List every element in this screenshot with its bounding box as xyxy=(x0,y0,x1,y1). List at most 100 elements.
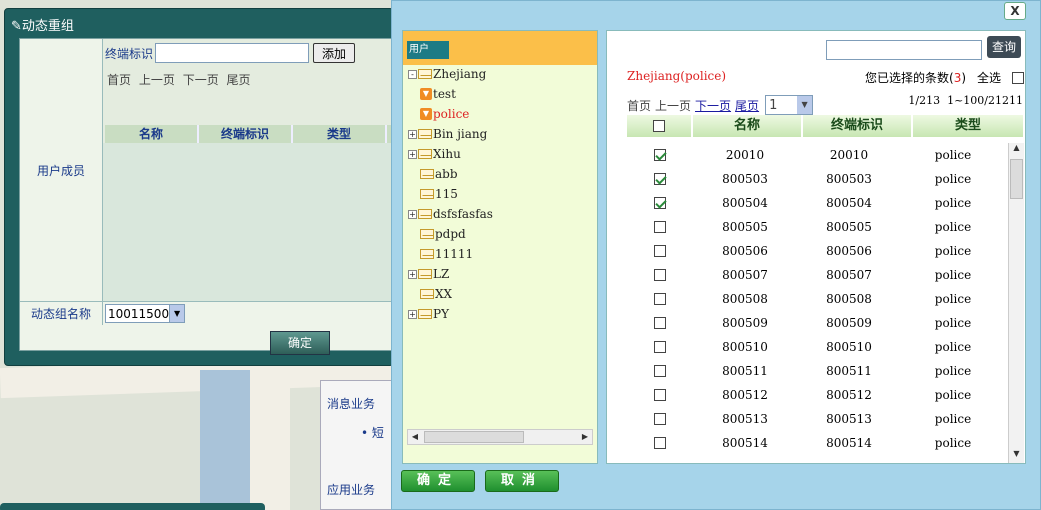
cell-name: 800514 xyxy=(722,436,768,450)
selected-count: 您已选择的条数(3) xyxy=(865,71,967,85)
folder-icon xyxy=(418,129,432,139)
ok-button[interactable]: 确定 xyxy=(401,470,475,492)
select-all[interactable]: 全选 xyxy=(977,69,1025,86)
cell-type: police xyxy=(934,316,972,330)
scroll-thumb[interactable] xyxy=(424,431,524,443)
row-checkbox[interactable] xyxy=(654,173,666,185)
add-button[interactable]: 添加 xyxy=(313,43,356,63)
table-row[interactable]: 800506 800506 police xyxy=(627,239,1007,263)
tree-node[interactable]: + PY xyxy=(408,307,449,321)
terminal-input[interactable] xyxy=(155,43,310,63)
scroll-down-icon[interactable]: ▼ xyxy=(1009,449,1024,463)
prev-page-link[interactable]: 上一页 xyxy=(139,73,175,87)
prev-page-link[interactable]: 上一页 xyxy=(655,97,691,114)
app-service-label[interactable]: 应用业务 xyxy=(327,481,399,498)
tree-node[interactable]: XX xyxy=(420,287,452,301)
next-page-link[interactable]: 下一页 xyxy=(695,97,731,114)
last-page-link[interactable]: 尾页 xyxy=(735,97,759,114)
chevron-down-icon: ▼ xyxy=(797,96,813,114)
member-list[interactable] xyxy=(103,143,392,301)
collapse-icon[interactable]: - xyxy=(408,69,417,79)
side-menu: 消息业务 • 短 应用业务 xyxy=(320,380,400,510)
row-checkbox[interactable] xyxy=(654,413,666,425)
tree-node-label: 115 xyxy=(435,187,458,201)
row-checkbox[interactable] xyxy=(654,389,666,401)
cell-type: police xyxy=(934,388,972,402)
table-row[interactable]: 800512 800512 police xyxy=(627,383,1007,407)
expand-icon[interactable]: + xyxy=(408,129,417,139)
first-page-link[interactable]: 首页 xyxy=(627,97,651,114)
cell-terminal: 800504 xyxy=(826,196,872,210)
tree-node[interactable]: + LZ xyxy=(408,267,449,281)
expand-icon[interactable]: + xyxy=(408,309,417,319)
table-row[interactable]: 800507 800507 police xyxy=(627,263,1007,287)
row-checkbox[interactable] xyxy=(654,245,666,257)
row-checkbox[interactable] xyxy=(654,365,666,377)
tree-node[interactable]: 115 xyxy=(420,187,458,201)
cancel-button[interactable]: 取消 xyxy=(485,470,559,492)
group-name-select[interactable]: 10011500 ▼ xyxy=(105,304,185,323)
cell-terminal: 20010 xyxy=(829,148,869,162)
row-checkbox[interactable] xyxy=(654,221,666,233)
folder-icon xyxy=(418,309,432,319)
list-table-header: 名称 终端标识 类型 xyxy=(627,115,1023,137)
table-row[interactable]: 800514 800514 police xyxy=(627,431,1007,455)
confirm-button[interactable]: 确定 xyxy=(270,331,330,355)
tree-node[interactable]: ▼ police xyxy=(420,107,469,121)
scroll-left-icon[interactable]: ◀ xyxy=(408,430,422,444)
folder-icon xyxy=(420,169,434,179)
cell-terminal: 800506 xyxy=(826,244,872,258)
msg-service-label[interactable]: 消息业务 xyxy=(327,395,399,412)
search-button[interactable]: 查询 xyxy=(987,36,1021,58)
row-checkbox[interactable] xyxy=(654,437,666,449)
row-checkbox[interactable] xyxy=(654,293,666,305)
table-row[interactable]: 800504 800504 police xyxy=(627,191,1007,215)
close-icon[interactable]: X xyxy=(1004,2,1026,20)
row-checkbox[interactable] xyxy=(654,341,666,353)
tree-node-label: test xyxy=(433,87,456,101)
first-page-link[interactable]: 首页 xyxy=(107,73,131,87)
tree-node[interactable]: + Xihu xyxy=(408,147,461,161)
tree-hscrollbar[interactable]: ◀ ▶ xyxy=(407,429,593,445)
next-page-link[interactable]: 下一页 xyxy=(183,73,219,87)
col-name: 名称 xyxy=(105,125,199,143)
tree-node[interactable]: abb xyxy=(420,167,458,181)
last-page-link[interactable]: 尾页 xyxy=(227,73,251,87)
scroll-thumb[interactable] xyxy=(1010,159,1023,199)
table-row[interactable]: 800513 800513 police xyxy=(627,407,1007,431)
expand-icon[interactable]: + xyxy=(408,209,417,219)
user-select-dialog: X 用户 - Zhejiang ▼ test ▼ police + Bin jiang + Xih… xyxy=(391,0,1041,510)
cell-terminal: 800510 xyxy=(826,340,872,354)
tree-node[interactable]: - Zhejiang xyxy=(408,67,486,81)
expand-icon[interactable]: + xyxy=(408,269,417,279)
scroll-up-icon[interactable]: ▲ xyxy=(1009,143,1024,157)
page-select[interactable]: 1 ▼ xyxy=(765,95,814,115)
cell-type: police xyxy=(934,436,972,450)
row-checkbox[interactable] xyxy=(654,317,666,329)
cell-type: police xyxy=(934,220,972,234)
header-checkbox[interactable] xyxy=(653,120,665,132)
cell-type: police xyxy=(934,148,972,162)
tree-node[interactable]: ▼ test xyxy=(420,87,456,101)
select-all-checkbox[interactable] xyxy=(1012,71,1025,84)
tree-node-label: LZ xyxy=(433,267,450,281)
search-input[interactable] xyxy=(826,40,982,60)
tree-node[interactable]: pdpd xyxy=(420,227,466,241)
members-area: 终端标识 添加 首页 上一页 下一页 尾页 名称 终端标识 类型 xyxy=(103,39,392,301)
table-row[interactable]: 800505 800505 police xyxy=(627,215,1007,239)
tree-node[interactable]: + dsfsfasfas xyxy=(408,207,493,221)
table-row[interactable]: 800508 800508 police xyxy=(627,287,1007,311)
expand-icon[interactable]: + xyxy=(408,149,417,159)
list-vscrollbar[interactable]: ▲ ▼ xyxy=(1008,143,1024,463)
tree-node[interactable]: + Bin jiang xyxy=(408,127,487,141)
table-row[interactable]: 800503 800503 police xyxy=(627,167,1007,191)
table-row[interactable]: 800509 800509 police xyxy=(627,311,1007,335)
table-row[interactable]: 800511 800511 police xyxy=(627,359,1007,383)
row-checkbox[interactable] xyxy=(654,197,666,209)
row-checkbox[interactable] xyxy=(654,149,666,161)
table-row[interactable]: 20010 20010 police xyxy=(627,143,1007,167)
scroll-right-icon[interactable]: ▶ xyxy=(578,430,592,444)
table-row[interactable]: 800510 800510 police xyxy=(627,335,1007,359)
tree-node[interactable]: 11111 xyxy=(420,247,473,261)
row-checkbox[interactable] xyxy=(654,269,666,281)
